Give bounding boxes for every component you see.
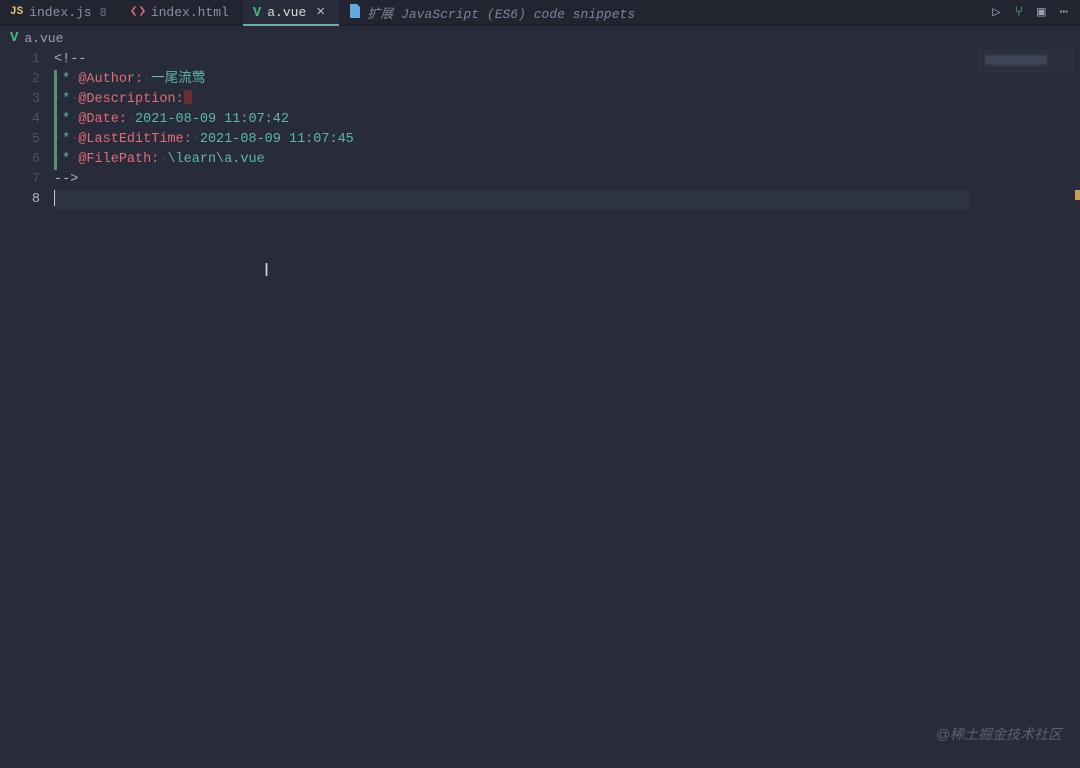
code-line-current: [54, 190, 970, 210]
editor[interactable]: 1 2 3 4 5 6 7 8 <!-- ·*·@Author:·一尾流莺 ·*…: [0, 50, 1080, 768]
tab-extension[interactable]: 扩展 JavaScript (ES6) code snippets: [339, 0, 649, 25]
tab-index-js[interactable]: JS index.js 8: [0, 0, 121, 25]
vue-icon: V: [10, 31, 18, 45]
breadcrumb[interactable]: V a.vue: [0, 26, 1080, 50]
share-icon[interactable]: ⑂: [1015, 5, 1023, 21]
tab-label: index.html: [151, 5, 229, 20]
minimap[interactable]: [978, 50, 1074, 72]
tab-bar: JS index.js 8 index.html V a.vue × 扩展 Ja…: [0, 0, 1080, 26]
line-gutter: 1 2 3 4 5 6 7 8: [0, 50, 54, 768]
close-icon[interactable]: ×: [316, 4, 325, 21]
file-icon: [349, 4, 361, 22]
run-icon[interactable]: ▷: [992, 4, 1000, 21]
code-line: ·*·@LastEditTime:·2021-08-09 11:07:45: [54, 130, 1080, 150]
vue-icon: V: [253, 6, 261, 20]
code-line: -->: [54, 170, 1080, 190]
js-icon: JS: [10, 7, 23, 18]
tab-label: a.vue: [267, 5, 306, 20]
overview-ruler-mark: [1075, 190, 1080, 200]
current-line-number: 8: [0, 190, 40, 210]
tab-index-html[interactable]: index.html: [121, 0, 243, 25]
tab-a-vue[interactable]: V a.vue ×: [243, 0, 339, 25]
tab-label: 扩展 JavaScript (ES6) code snippets: [367, 3, 635, 22]
mouse-ibeam-cursor: I: [264, 260, 269, 280]
code-line: ·*·@Date:·2021-08-09 11:07:42: [54, 110, 1080, 130]
code-area[interactable]: <!-- ·*·@Author:·一尾流莺 ·*·@Description: ·…: [54, 50, 1080, 768]
tab-label: index.js: [29, 5, 91, 20]
split-editor-icon[interactable]: ▣: [1037, 4, 1045, 21]
code-line: ·*·@FilePath:·\learn\a.vue: [54, 150, 1080, 170]
code-line: ·*·@Author:·一尾流莺: [54, 70, 1080, 90]
title-actions: ▷ ⑂ ▣ ⋯: [980, 0, 1080, 25]
tab-badge: 8: [100, 6, 107, 20]
code-line: ·*·@Description:: [54, 90, 1080, 110]
breadcrumb-label: a.vue: [24, 31, 63, 46]
watermark: @稀土掘金技术社区: [936, 724, 1062, 744]
text-cursor: [54, 190, 55, 206]
html-icon: [131, 4, 145, 21]
empty-description-marker: [184, 90, 192, 104]
code-line: <!--: [54, 50, 1080, 70]
more-icon[interactable]: ⋯: [1060, 4, 1068, 21]
